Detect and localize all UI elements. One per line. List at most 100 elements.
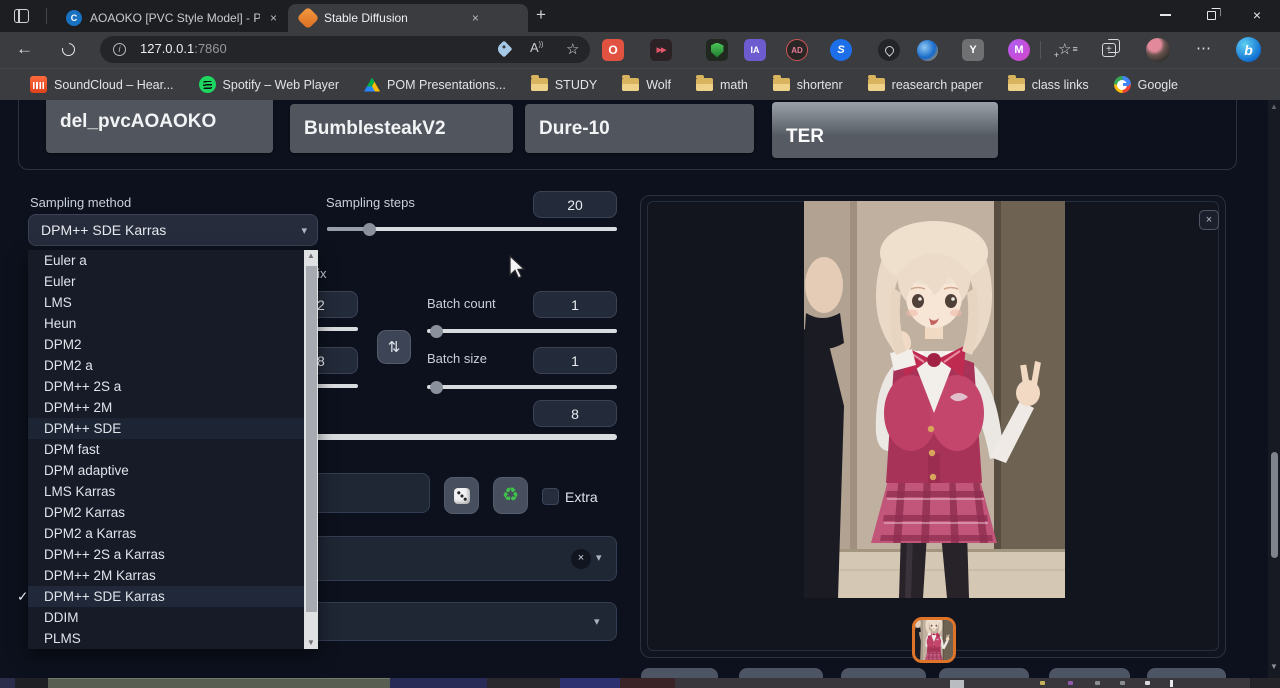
batch-size-value[interactable]: 1 xyxy=(533,347,617,374)
tab-actions-icon[interactable] xyxy=(14,9,29,23)
favorites-hub-icon[interactable]: ☆≡ xyxy=(1058,40,1078,58)
batch-count-slider-thumb[interactable] xyxy=(430,325,443,338)
shazam-extension-icon[interactable]: S xyxy=(830,39,852,61)
read-aloud-icon[interactable]: A)) xyxy=(530,40,543,55)
mouse-cursor xyxy=(508,255,528,281)
tag-extension-icon[interactable] xyxy=(498,43,510,55)
bookmark-wolf[interactable]: Wolf xyxy=(622,78,671,92)
close-image-button[interactable]: × xyxy=(1199,210,1219,230)
cfg-scale-value[interactable]: 8 xyxy=(533,400,617,427)
gallery-thumbnail[interactable] xyxy=(912,617,956,663)
scroll-up-icon[interactable]: ▲ xyxy=(304,250,318,262)
settings-menu-icon[interactable]: ⋯ xyxy=(1196,39,1211,57)
bookmark-google[interactable]: Google xyxy=(1114,76,1178,93)
monica-extension-icon[interactable]: M xyxy=(1008,39,1030,61)
bookmark-study[interactable]: STUDY xyxy=(531,78,597,92)
model-card-line2: del_pvcAOAOKO xyxy=(60,111,216,133)
scroll-down-icon[interactable]: ▼ xyxy=(1270,662,1278,671)
random-seed-button[interactable] xyxy=(444,477,479,514)
collections-icon[interactable] xyxy=(1102,43,1116,57)
scroll-up-icon[interactable]: ▲ xyxy=(1270,102,1278,111)
swap-dimensions-button[interactable]: ⇅ xyxy=(377,330,411,364)
dice-icon xyxy=(454,488,470,504)
sampler-option[interactable]: DPM++ 2M xyxy=(28,397,304,418)
url-host: 127.0.0.1 xyxy=(140,41,194,56)
sampler-option[interactable]: LMS Karras xyxy=(28,481,304,502)
onetab-extension-icon[interactable]: O xyxy=(602,39,624,61)
sampler-option[interactable]: DPM++ SDE xyxy=(28,418,304,439)
tab-close-icon[interactable]: × xyxy=(472,11,479,25)
bookmark-soundcloud[interactable]: SoundCloud – Hear... xyxy=(30,76,174,93)
bookmark-spotify[interactable]: Spotify – Web Player xyxy=(199,76,340,93)
chevron-down-icon[interactable]: ▾ xyxy=(596,551,602,564)
sampler-option[interactable]: DPM2 a xyxy=(28,355,304,376)
batch-size-slider-thumb[interactable] xyxy=(430,381,443,394)
bookmark-math[interactable]: math xyxy=(696,78,748,92)
clear-styles-icon[interactable]: × xyxy=(571,549,591,569)
sampler-option[interactable]: DDIM xyxy=(28,607,304,628)
sampler-option[interactable]: DPM++ 2S a Karras xyxy=(28,544,304,565)
model-card-dure10[interactable]: Dure-10 xyxy=(525,104,754,153)
video-speed-extension-icon[interactable]: ▶▶ xyxy=(650,39,672,61)
sampler-option[interactable]: PLMS xyxy=(28,628,304,649)
dropdown-scrollbar-thumb[interactable] xyxy=(306,266,317,612)
model-card-del-pvcaoaoko[interactable]: aoaokoPvcStyleMo del_pvcAOAOKO xyxy=(46,100,273,153)
model-card-bumblesteak[interactable]: BumblesteakV2 xyxy=(290,104,513,153)
sampler-option[interactable]: Heun xyxy=(28,313,304,334)
ia-extension-icon[interactable]: IA xyxy=(744,39,766,61)
url-port: :7860 xyxy=(194,41,227,56)
profile-avatar[interactable] xyxy=(1146,38,1170,62)
site-info-icon[interactable]: i xyxy=(113,43,126,56)
batch-size-slider[interactable] xyxy=(427,385,617,389)
shield-extension-icon[interactable] xyxy=(706,39,728,61)
new-tab-button[interactable]: + xyxy=(536,5,546,25)
address-bar[interactable]: i 127.0.0.1:7860 A)) ☆ xyxy=(100,36,590,63)
folder-icon xyxy=(696,78,713,91)
y-extension-icon[interactable]: Y xyxy=(962,39,984,61)
sampler-option[interactable]: DPM++ 2S a xyxy=(28,376,304,397)
sampler-option[interactable]: DPM2 xyxy=(28,334,304,355)
sampling-steps-value[interactable]: 20 xyxy=(533,191,617,218)
batch-count-value[interactable]: 1 xyxy=(533,291,617,318)
chevron-down-icon[interactable]: ▾ xyxy=(594,615,600,628)
window-minimize-button[interactable] xyxy=(1143,0,1187,30)
sampler-option-selected[interactable]: ✓DPM++ SDE Karras xyxy=(28,586,304,607)
bookmark-class-links[interactable]: class links xyxy=(1008,78,1089,92)
scroll-down-icon[interactable]: ▼ xyxy=(304,637,318,649)
bing-chat-icon[interactable]: b xyxy=(1236,37,1261,62)
folder-icon xyxy=(622,78,639,91)
page-scrollbar-thumb[interactable] xyxy=(1271,452,1278,558)
tab-aoaoko[interactable]: C AOAOKO [PVC Style Model] - PV × xyxy=(54,4,288,32)
window-close-button[interactable]: × xyxy=(1235,0,1279,30)
dropdown-scrollbar[interactable]: ▲ ▼ xyxy=(304,250,318,649)
model-card-ter[interactable]: TER xyxy=(772,102,998,158)
sphere-extension-icon[interactable] xyxy=(916,39,938,61)
generated-image[interactable] xyxy=(804,201,1065,598)
refresh-button[interactable] xyxy=(62,43,75,56)
sampler-option[interactable]: DPM++ 2M Karras xyxy=(28,565,304,586)
adblock-extension-icon[interactable]: AD xyxy=(786,39,808,61)
window-restore-button[interactable] xyxy=(1189,0,1233,30)
sampler-option[interactable]: LMS xyxy=(28,292,304,313)
tab-stable-diffusion[interactable]: Stable Diffusion × xyxy=(288,4,528,32)
back-button[interactable]: ← xyxy=(16,39,33,59)
sampler-option[interactable]: DPM adaptive xyxy=(28,460,304,481)
sampler-option[interactable]: Euler xyxy=(28,271,304,292)
sampler-option[interactable]: DPM fast xyxy=(28,439,304,460)
sampling-method-select[interactable]: DPM++ SDE Karras ▾ xyxy=(28,214,318,246)
bookmark-research-paper[interactable]: reasearch paper xyxy=(868,78,983,92)
sampler-option[interactable]: DPM2 Karras xyxy=(28,502,304,523)
gradio-favicon xyxy=(297,7,320,30)
sampler-option[interactable]: Euler a xyxy=(28,250,304,271)
reuse-seed-button[interactable]: ♻ xyxy=(493,477,528,514)
google-icon xyxy=(1114,76,1131,93)
bookmark-pom[interactable]: POM Presentations... xyxy=(364,78,506,92)
sampling-steps-slider-thumb[interactable] xyxy=(363,223,376,236)
pin-extension-icon[interactable] xyxy=(878,39,900,61)
tab-close-icon[interactable]: × xyxy=(270,11,277,25)
extra-checkbox[interactable] xyxy=(542,488,559,505)
sampler-option[interactable]: DPM2 a Karras xyxy=(28,523,304,544)
page-scrollbar[interactable]: ▲ ▼ xyxy=(1268,100,1280,678)
batch-count-slider[interactable] xyxy=(427,329,617,333)
bookmark-shortenr[interactable]: shortenr xyxy=(773,78,843,92)
